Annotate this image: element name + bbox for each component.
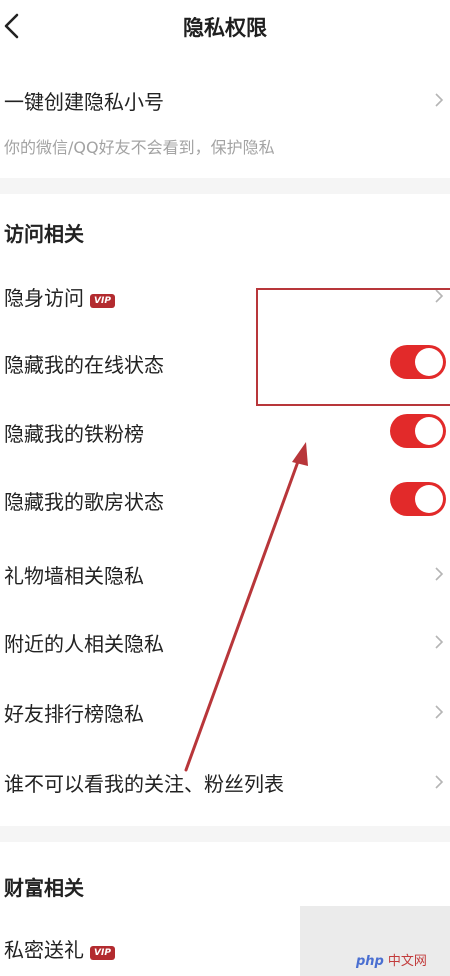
private-gift-label: 私密送礼 VIP <box>4 934 115 963</box>
toggle-knob <box>415 417 443 445</box>
top-bar: 隐私权限 <box>0 0 450 56</box>
follow-fans-list-visibility-label: 谁不可以看我的关注、粉丝列表 <box>4 772 284 796</box>
hide-karaoke-room-status-label: 隐藏我的歌房状态 <box>4 490 164 514</box>
hide-online-status-toggle[interactable] <box>390 345 446 379</box>
privacy-settings-screen: 隐私权限 一键创建隐私小号 你的微信/QQ好友不会看到，保护隐私 访问相关 隐身… <box>0 0 450 976</box>
section-title-wealth: 财富相关 <box>4 876 84 900</box>
hide-fan-rank-toggle[interactable] <box>390 414 446 448</box>
friend-leaderboard-privacy-row[interactable]: 好友排行榜隐私 <box>0 684 450 740</box>
chevron-right-icon <box>435 289 444 303</box>
vip-badge: VIP <box>90 946 115 960</box>
gift-wall-privacy-row[interactable]: 礼物墙相关隐私 <box>0 546 450 602</box>
create-private-account-description: 你的微信/QQ好友不会看到，保护隐私 <box>4 138 275 157</box>
chevron-right-icon <box>435 635 444 649</box>
vip-badge: VIP <box>90 294 115 308</box>
hide-online-status-label: 隐藏我的在线状态 <box>4 353 164 377</box>
chevron-right-icon <box>435 775 444 789</box>
chevron-right-icon <box>435 567 444 581</box>
toggle-knob <box>415 485 443 513</box>
hide-fan-rank-label: 隐藏我的铁粉榜 <box>4 422 144 446</box>
invisible-visit-label: 隐身访问 VIP <box>4 282 115 311</box>
invisible-visit-row[interactable]: 隐身访问 VIP <box>0 268 450 324</box>
toggle-knob <box>415 348 443 376</box>
hide-online-status-row: 隐藏我的在线状态 <box>0 335 450 391</box>
section-title-visit: 访问相关 <box>4 222 84 246</box>
friend-leaderboard-privacy-label: 好友排行榜隐私 <box>4 702 144 726</box>
hide-fan-rank-row: 隐藏我的铁粉榜 <box>0 404 450 460</box>
nearby-people-privacy-label: 附近的人相关隐私 <box>4 632 164 656</box>
gift-wall-privacy-label: 礼物墙相关隐私 <box>4 564 144 588</box>
create-private-account-label: 一键创建隐私小号 <box>4 90 164 114</box>
create-private-account-row[interactable]: 一键创建隐私小号 <box>0 72 450 128</box>
hide-karaoke-room-status-row: 隐藏我的歌房状态 <box>0 472 450 528</box>
hide-karaoke-room-status-toggle[interactable] <box>390 482 446 516</box>
watermark-logo: php 中文网 <box>356 954 427 969</box>
page-title: 隐私权限 <box>183 16 267 40</box>
section-divider <box>0 178 450 194</box>
chevron-right-icon <box>435 93 444 107</box>
chevron-right-icon <box>435 705 444 719</box>
section-divider <box>0 826 450 842</box>
follow-fans-list-visibility-row[interactable]: 谁不可以看我的关注、粉丝列表 <box>0 754 450 810</box>
nearby-people-privacy-row[interactable]: 附近的人相关隐私 <box>0 614 450 670</box>
